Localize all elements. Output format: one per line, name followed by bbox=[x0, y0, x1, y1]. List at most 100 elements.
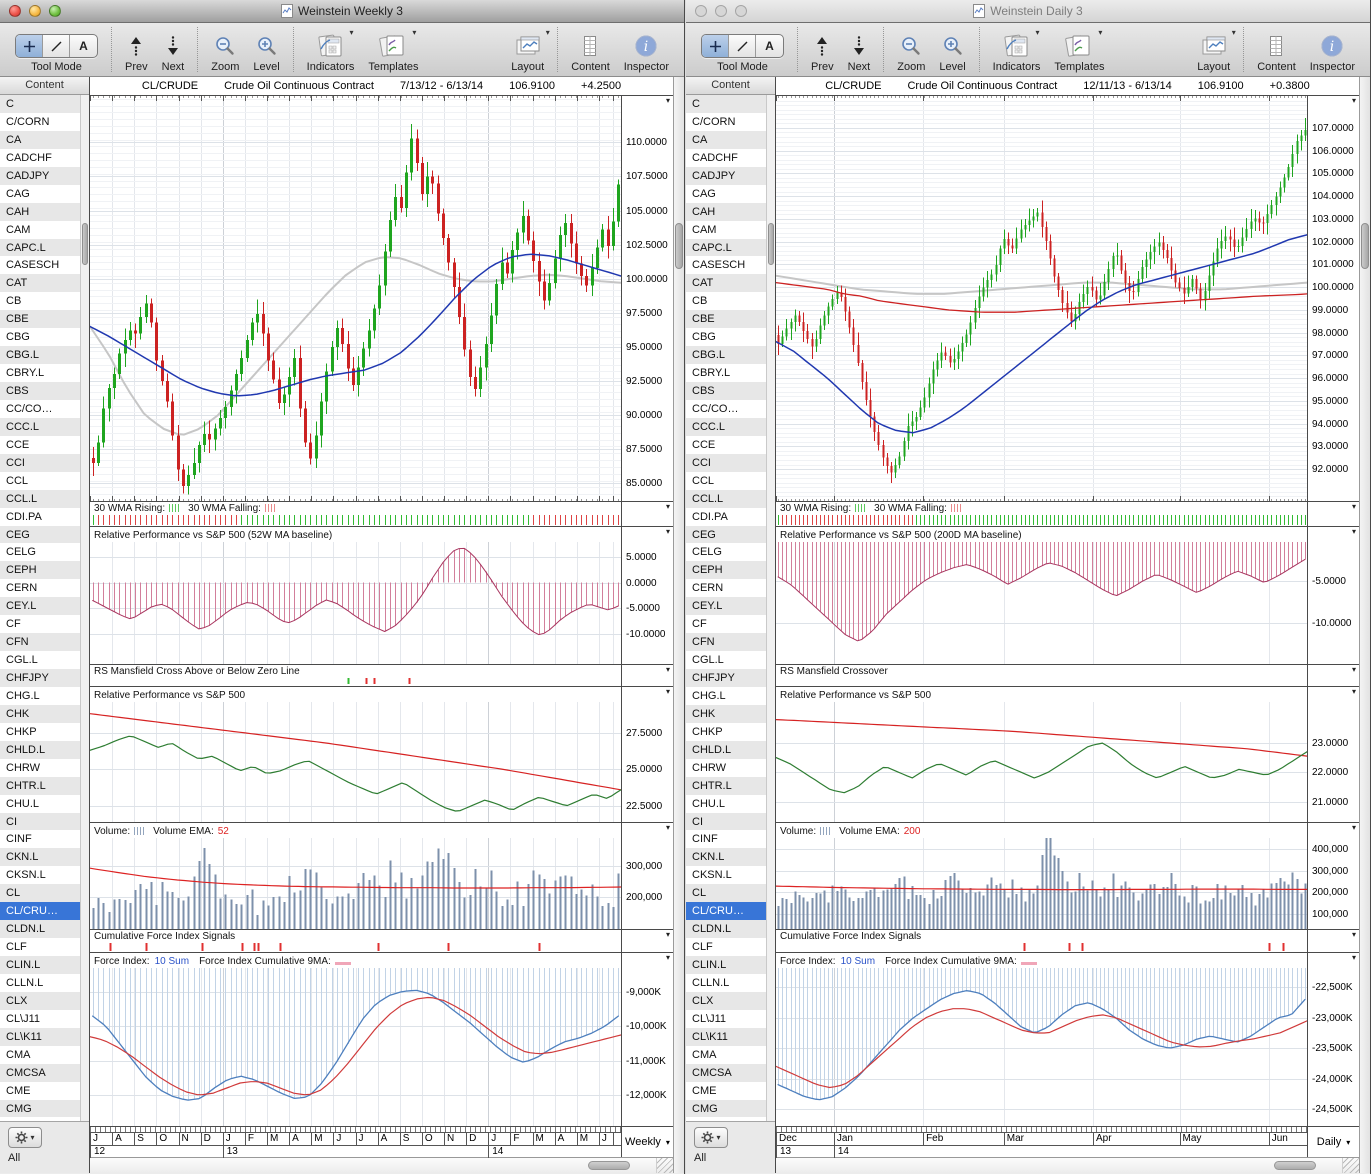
symbol-list-item[interactable]: CAT bbox=[686, 274, 766, 292]
symbol-list-item[interactable]: CBS bbox=[686, 382, 766, 400]
next-button[interactable]: Next bbox=[155, 23, 192, 76]
symbol-list-item[interactable]: CAG bbox=[0, 185, 80, 203]
symbol-list-item[interactable]: CCI bbox=[0, 454, 80, 472]
symbol-list-item[interactable]: CKSN.L bbox=[0, 866, 80, 884]
text-tool-button[interactable]: A bbox=[756, 35, 783, 57]
symbol-list-item[interactable]: CAT bbox=[0, 274, 80, 292]
symbol-list-item[interactable]: CHKP bbox=[686, 723, 766, 741]
symbol-list-item[interactable]: CAPC.L bbox=[686, 239, 766, 257]
symbol-list-item[interactable]: CASESCH bbox=[0, 256, 80, 274]
panel-menu-caret[interactable]: ▾ bbox=[666, 953, 670, 962]
symbol-list-item[interactable]: CLIN.L bbox=[686, 956, 766, 974]
symbol-list-item[interactable]: CBRY.L bbox=[686, 364, 766, 382]
symbol-list-item[interactable]: CLX bbox=[0, 992, 80, 1010]
rs-plot[interactable]: Relative Performance vs S&P 500 (200D MA… bbox=[776, 527, 1307, 664]
panel-menu-caret[interactable]: ▾ bbox=[666, 930, 670, 939]
volume-plot[interactable]: Volume: Volume EMA: 200 bbox=[776, 823, 1307, 929]
symbol-list-item[interactable]: CADJPY bbox=[0, 167, 80, 185]
content-button[interactable]: Content bbox=[564, 23, 617, 76]
symbol-list-item[interactable]: CME bbox=[686, 1082, 766, 1100]
symbol-list-item[interactable]: CDI.PA bbox=[686, 508, 766, 526]
symbol-list-item[interactable]: CI bbox=[686, 813, 766, 831]
symbol-list-item[interactable]: CHK bbox=[686, 705, 766, 723]
symbol-list-item[interactable]: CERN bbox=[0, 579, 80, 597]
rp-plot[interactable]: Relative Performance vs S&P 500 bbox=[776, 687, 1307, 822]
symbol-list-item[interactable]: CBS bbox=[0, 382, 80, 400]
symbol-list-item[interactable]: CEPH bbox=[0, 561, 80, 579]
sidebar-scrollbar-thumb[interactable] bbox=[82, 223, 88, 265]
cfi-strip-svg[interactable] bbox=[776, 942, 1307, 952]
symbol-list-item[interactable]: CMCSA bbox=[686, 1064, 766, 1082]
prev-button[interactable]: Prev bbox=[118, 23, 155, 76]
symbol-list-item[interactable]: CKN.L bbox=[686, 848, 766, 866]
symbol-list-item[interactable]: CAH bbox=[0, 203, 80, 221]
symbol-list-item[interactable]: CFN bbox=[686, 633, 766, 651]
symbol-list-item[interactable]: CHKP bbox=[0, 723, 80, 741]
panel-menu-caret[interactable]: ▾ bbox=[666, 502, 670, 511]
symbol-list-item[interactable]: C/CORN bbox=[0, 113, 80, 131]
hscroll-track[interactable] bbox=[776, 1158, 1342, 1173]
symbol-list-item[interactable]: CHTR.L bbox=[686, 777, 766, 795]
symbol-list-item[interactable]: CERN bbox=[686, 579, 766, 597]
symbol-list-item[interactable]: CASESCH bbox=[686, 256, 766, 274]
mansfield-plot[interactable]: RS Mansfield Crossover bbox=[776, 665, 1307, 686]
panel-menu-caret[interactable]: ▾ bbox=[1352, 823, 1356, 832]
symbol-list-item[interactable]: CBE bbox=[0, 310, 80, 328]
symbol-list-item[interactable]: CEY.L bbox=[686, 597, 766, 615]
symbol-list-item[interactable]: CME bbox=[0, 1082, 80, 1100]
symbol-list-item[interactable]: CEG bbox=[686, 526, 766, 544]
symbol-list-item[interactable]: CL\J11 bbox=[0, 1010, 80, 1028]
cfi-plot[interactable]: Cumulative Force Index Signals bbox=[90, 930, 621, 952]
symbol-list-item[interactable]: CL bbox=[0, 884, 80, 902]
wma-strip-plot[interactable]: 30 WMA Rising: 30 WMA Falling: bbox=[776, 502, 1307, 526]
volume-plot[interactable]: Volume: Volume EMA: 52 bbox=[90, 823, 621, 929]
symbol-list-item[interactable]: CGL.L bbox=[0, 651, 80, 669]
symbol-list-item[interactable]: CLF bbox=[0, 938, 80, 956]
symbol-list-item[interactable]: CA bbox=[0, 131, 80, 149]
symbol-list-item[interactable]: CLLN.L bbox=[0, 974, 80, 992]
symbol-list-item[interactable]: CHG.L bbox=[686, 687, 766, 705]
symbol-list-item[interactable]: CBE bbox=[686, 310, 766, 328]
symbol-list-item[interactable]: CELG bbox=[0, 543, 80, 561]
line-tool-button[interactable] bbox=[729, 35, 756, 57]
panel-menu-caret[interactable]: ▾ bbox=[1352, 930, 1356, 939]
next-button[interactable]: Next bbox=[841, 23, 878, 76]
symbol-list-item[interactable]: CA bbox=[686, 131, 766, 149]
text-tool-button[interactable]: A bbox=[70, 35, 97, 57]
window-scrollbar-thumb[interactable] bbox=[675, 223, 683, 269]
templates-button[interactable]: ▾ Templates bbox=[1047, 23, 1111, 76]
symbol-list-item[interactable]: CMG bbox=[0, 1100, 80, 1118]
symbol-list-item[interactable]: CBG.L bbox=[686, 346, 766, 364]
line-tool-button[interactable] bbox=[43, 35, 70, 57]
symbol-list-item[interactable]: CEPH bbox=[686, 561, 766, 579]
symbol-list-item[interactable]: CL/CRU… bbox=[0, 902, 80, 920]
symbol-list-item[interactable]: CELG bbox=[686, 543, 766, 561]
panel-menu-caret[interactable]: ▾ bbox=[1352, 527, 1356, 536]
wma-strip-svg[interactable] bbox=[776, 514, 1307, 526]
symbol-list-item[interactable]: CAM bbox=[686, 221, 766, 239]
zoom-out-button[interactable]: Zoom bbox=[204, 23, 246, 76]
rp-plot[interactable]: Relative Performance vs S&P 500 bbox=[90, 687, 621, 822]
panel-menu-caret[interactable]: ▾ bbox=[666, 823, 670, 832]
volume-chart-svg[interactable] bbox=[776, 838, 1307, 929]
symbol-list-item[interactable]: CHFJPY bbox=[686, 669, 766, 687]
symbol-list-item[interactable]: CCC.L bbox=[0, 418, 80, 436]
symbol-list-item[interactable]: CAM bbox=[0, 221, 80, 239]
symbol-list-item[interactable]: CBG bbox=[0, 328, 80, 346]
window-titlebar[interactable]: Weinstein Daily 3 bbox=[686, 0, 1370, 23]
symbol-list-item[interactable]: CCL.L bbox=[686, 490, 766, 508]
symbol-list-item[interactable]: CBG bbox=[686, 328, 766, 346]
panel-menu-caret[interactable]: ▾ bbox=[1352, 665, 1356, 674]
zoom-out-button[interactable]: Zoom bbox=[890, 23, 932, 76]
symbol-list-item[interactable]: CKSN.L bbox=[686, 866, 766, 884]
panel-menu-caret[interactable]: ▾ bbox=[666, 527, 670, 536]
periodicity-selector[interactable]: Daily ▾ bbox=[1307, 1127, 1359, 1157]
symbol-list-item[interactable]: CADCHF bbox=[0, 149, 80, 167]
sidebar-scrollbar[interactable] bbox=[766, 95, 775, 1121]
window-titlebar[interactable]: Weinstein Weekly 3 bbox=[0, 0, 684, 23]
symbol-list-item[interactable]: CLX bbox=[686, 992, 766, 1010]
cfi-plot[interactable]: Cumulative Force Index Signals bbox=[776, 930, 1307, 952]
symbol-list-item[interactable]: CHLD.L bbox=[686, 741, 766, 759]
indicators-button[interactable]: ▾ Indicators bbox=[986, 23, 1048, 76]
symbol-list-item[interactable]: CF bbox=[686, 615, 766, 633]
